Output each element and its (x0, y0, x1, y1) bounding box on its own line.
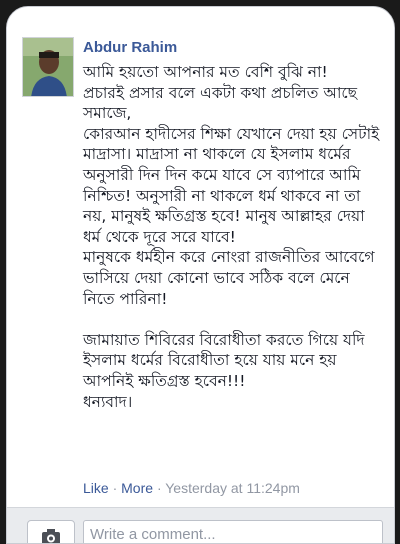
attach-photo-button[interactable] (27, 520, 75, 543)
more-link[interactable]: More (121, 480, 153, 496)
like-link[interactable]: Like (83, 480, 109, 496)
camera-icon (42, 529, 60, 543)
comment-composer: Write a comment... (7, 507, 394, 543)
separator: · (112, 480, 118, 496)
comment-actions: Like · More · Yesterday at 11:24pm (83, 480, 300, 496)
screen-frame: Abdur Rahim আমি হয়তো আপনার মত বেশি বুঝি… (0, 0, 400, 544)
separator: · (156, 480, 162, 496)
comment-text: আমি হয়তো আপনার মত বেশি বুঝি না! প্রচারই… (83, 63, 380, 411)
timestamp[interactable]: Yesterday at 11:24pm (165, 480, 300, 496)
avatar[interactable] (22, 37, 74, 97)
author-name[interactable]: Abdur Rahim (83, 39, 177, 56)
comment-input[interactable]: Write a comment... (83, 520, 383, 543)
avatar-photo (23, 38, 73, 96)
comment-post: Abdur Rahim আমি হয়তো আপনার মত বেশি বুঝি… (7, 7, 394, 507)
comment-card: Abdur Rahim আমি হয়তো আপনার মত বেশি বুঝি… (6, 6, 395, 544)
